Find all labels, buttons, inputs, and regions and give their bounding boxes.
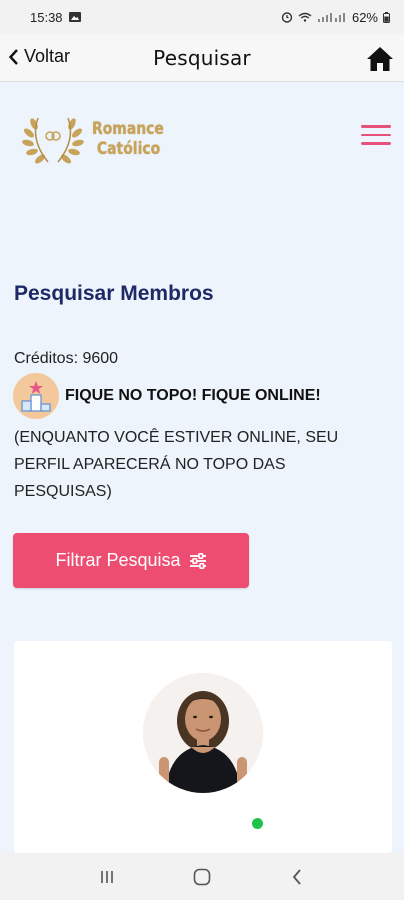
chevron-left-icon <box>8 48 18 65</box>
alarm-icon <box>281 12 293 23</box>
battery-level: 62% <box>351 9 378 25</box>
back-label: Voltar <box>24 46 71 66</box>
filter-button-label: Filtrar Pesquisa <box>55 550 181 570</box>
member-avatar[interactable] <box>143 673 263 793</box>
signal-icon <box>317 13 345 22</box>
status-bar: 15:38 62% <box>0 0 404 34</box>
sliders-icon <box>189 552 206 569</box>
wifi-icon <box>298 12 312 22</box>
home-nav-button[interactable] <box>189 867 215 887</box>
logo-line-2: Católico <box>96 139 161 159</box>
podium-icon <box>13 373 59 419</box>
recent-apps-button[interactable] <box>94 867 120 887</box>
online-status-indicator <box>252 818 263 829</box>
member-card[interactable] <box>14 641 392 853</box>
app-header: Voltar Pesquisar <box>0 34 404 82</box>
promo-headline: FIQUE NO TOPO! FIQUE ONLINE! <box>65 387 321 404</box>
home-circle-icon <box>193 868 211 885</box>
menu-icon[interactable] <box>361 125 391 147</box>
back-chevron-icon <box>292 868 301 885</box>
home-icon[interactable] <box>366 46 394 72</box>
page-title: Pesquisar <box>153 45 251 70</box>
status-time: 15:38 <box>30 9 63 25</box>
gallery-icon <box>68 12 81 22</box>
section-title: Pesquisar Membros <box>14 282 214 305</box>
battery-icon <box>383 11 390 23</box>
app-logo[interactable]: Romance Católico <box>20 112 180 166</box>
recent-apps-icon <box>101 870 114 883</box>
logo-line-1: Romance <box>92 119 164 139</box>
credits-text: Créditos: 9600 <box>14 350 119 367</box>
laurel-logo-icon <box>22 117 84 164</box>
promo-description: (ENQUANTO VOCÊ ESTIVER ONLINE, SEU PERFI… <box>14 429 339 500</box>
system-nav-bar <box>0 853 404 900</box>
filter-search-button[interactable]: Filtrar Pesquisa <box>13 533 249 588</box>
back-button[interactable]: Voltar <box>8 46 70 67</box>
logo-text: Romance Católico <box>92 119 164 159</box>
back-nav-button[interactable] <box>284 867 310 887</box>
promo-row: FIQUE NO TOPO! FIQUE ONLINE! <box>13 373 321 419</box>
